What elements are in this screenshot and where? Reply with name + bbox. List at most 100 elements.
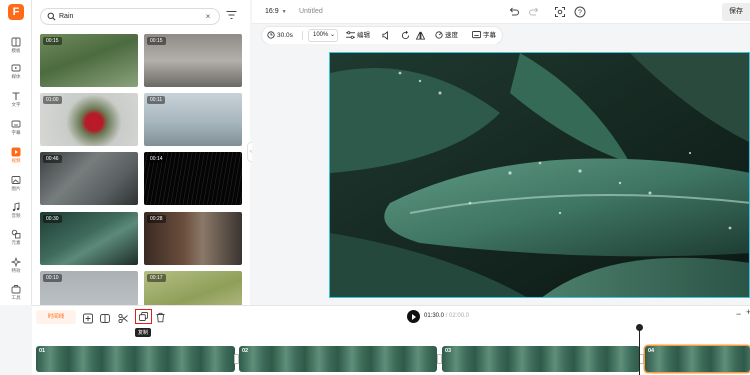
- rotate-icon[interactable]: [401, 31, 410, 40]
- clip-number: 04: [648, 348, 655, 354]
- media-thumb[interactable]: 00:30: [40, 212, 138, 265]
- thumb-duration: 00:46: [43, 155, 62, 163]
- timeline-mode-button[interactable]: 时间线: [36, 310, 76, 324]
- edit-toolbar: 30.0s 100% ⌄ 编辑 速度 字幕: [262, 27, 502, 44]
- top-bar: 16:9 ▼ Untitled ? 保存: [252, 0, 750, 24]
- filter-icon[interactable]: [226, 10, 237, 20]
- rail-item-media[interactable]: 媒体: [0, 60, 32, 86]
- rail-label: 工具: [11, 295, 21, 300]
- media-thumb[interactable]: 00:14: [144, 152, 242, 205]
- subtitle-button[interactable]: 字幕: [472, 27, 496, 44]
- thumb-duration: 00:14: [147, 155, 166, 163]
- zoom-select[interactable]: 100% ⌄: [308, 29, 338, 42]
- video-preview[interactable]: [329, 52, 750, 298]
- redo-icon[interactable]: [528, 6, 540, 18]
- rail-label: 元素: [11, 240, 21, 245]
- thumb-duration: 00:17: [147, 274, 166, 282]
- editor-app: F 模板 媒体 文字 字幕 视频 图片 音频 元素 特效 工具 Rain × 0…: [0, 0, 750, 375]
- edit-button[interactable]: 编辑: [346, 27, 370, 44]
- aspect-ratio-value: 16:9: [265, 8, 279, 15]
- aspect-ratio-select[interactable]: 16:9 ▼: [265, 8, 287, 15]
- rail-item-subtitle[interactable]: 字幕: [0, 116, 32, 142]
- project-title[interactable]: Untitled: [299, 8, 323, 15]
- playhead[interactable]: [636, 324, 643, 375]
- add-track-icon[interactable]: [83, 312, 93, 325]
- flip-icon[interactable]: [416, 31, 425, 40]
- rail-item-elements[interactable]: 元素: [0, 226, 32, 252]
- rail-item-audio[interactable]: 音频: [0, 199, 32, 225]
- media-panel: Rain × 00:15 00:15 01:00 00:11 00:46 00:…: [32, 0, 250, 305]
- duration-value: 30.0s: [277, 32, 293, 39]
- rail-item-template[interactable]: 模板: [0, 34, 32, 60]
- clip-number: 01: [39, 348, 46, 354]
- video-icon: [11, 147, 21, 157]
- total-time: / 02:00.0: [445, 313, 470, 319]
- svg-text:?: ?: [578, 10, 582, 17]
- rail-item-video[interactable]: 视频: [0, 144, 32, 170]
- clear-search-icon[interactable]: ×: [203, 12, 213, 22]
- scissors-icon[interactable]: [118, 312, 128, 325]
- media-thumb[interactable]: 00:17: [144, 271, 242, 305]
- media-thumb[interactable]: 00:15: [40, 34, 138, 87]
- rail-label: 视频: [11, 158, 21, 163]
- rail-item-image[interactable]: 图片: [0, 172, 32, 198]
- thumb-duration: 00:11: [147, 96, 166, 104]
- trash-icon[interactable]: [156, 311, 165, 324]
- rail-label: 音频: [11, 213, 21, 218]
- audio-icon: [12, 202, 20, 212]
- media-thumb[interactable]: 01:00: [40, 93, 138, 146]
- media-thumb[interactable]: 00:11: [144, 93, 242, 146]
- rail-item-text[interactable]: 文字: [0, 88, 32, 114]
- media-thumb[interactable]: 00:46: [40, 152, 138, 205]
- left-rail: F 模板 媒体 文字 字幕 视频 图片 音频 元素 特效 工具: [0, 0, 32, 305]
- search-input[interactable]: Rain ×: [40, 8, 220, 25]
- app-logo[interactable]: F: [8, 4, 24, 20]
- zoom-in-icon[interactable]: +: [746, 307, 750, 317]
- duration-display[interactable]: 30.0s: [267, 27, 293, 44]
- chevron-down-icon: ▼: [281, 9, 287, 15]
- rail-label: 特效: [11, 268, 21, 273]
- undo-icon[interactable]: [508, 6, 520, 18]
- copy-button[interactable]: [135, 309, 152, 324]
- thumb-duration: 00:30: [43, 215, 62, 223]
- screenshot-icon[interactable]: [554, 6, 566, 18]
- save-button[interactable]: 保存: [722, 3, 750, 21]
- rail-label: 媒体: [11, 74, 21, 79]
- thumb-duration: 00:10: [43, 274, 62, 282]
- zoom-value: 100%: [313, 32, 329, 38]
- subtitle-icon: [472, 31, 481, 39]
- chevron-down-icon: ⌄: [330, 32, 336, 38]
- timeline-clip-selected[interactable]: 04: [645, 346, 750, 372]
- thumb-duration: 00:15: [147, 37, 166, 45]
- media-thumb[interactable]: 00:10: [40, 271, 138, 305]
- timeline-clip[interactable]: 02: [239, 346, 437, 372]
- subtitle-label: 字幕: [483, 32, 496, 39]
- speed-label: 速度: [445, 32, 458, 39]
- thumb-duration: 00:28: [147, 215, 166, 223]
- search-icon: [47, 12, 56, 21]
- speed-button[interactable]: 速度: [435, 27, 458, 44]
- volume-icon[interactable]: [382, 31, 391, 40]
- zoom-out-icon[interactable]: −: [736, 309, 741, 319]
- help-icon[interactable]: ?: [574, 6, 586, 18]
- timeline-clip[interactable]: 03: [442, 346, 640, 372]
- play-button[interactable]: [407, 310, 420, 323]
- search-value: Rain: [59, 13, 74, 20]
- effects-icon: [11, 257, 21, 267]
- video-track: 01 02 03 04: [36, 346, 750, 372]
- clock-icon: [267, 31, 275, 39]
- rail-item-tools[interactable]: 工具: [0, 281, 32, 307]
- divider: [302, 31, 303, 40]
- copy-icon: [139, 312, 148, 321]
- rail-label: 字幕: [11, 130, 21, 135]
- media-thumb[interactable]: 00:28: [144, 212, 242, 265]
- text-icon: [12, 92, 20, 100]
- timeline-clip[interactable]: 01: [36, 346, 235, 372]
- media-thumb[interactable]: 00:15: [144, 34, 242, 87]
- adjust-icon: [346, 31, 355, 40]
- rail-item-effects[interactable]: 特效: [0, 254, 32, 280]
- subtitle-icon: [11, 120, 21, 128]
- media-icon: [11, 64, 21, 72]
- split-icon[interactable]: [100, 312, 110, 325]
- rail-label: 图片: [11, 186, 21, 191]
